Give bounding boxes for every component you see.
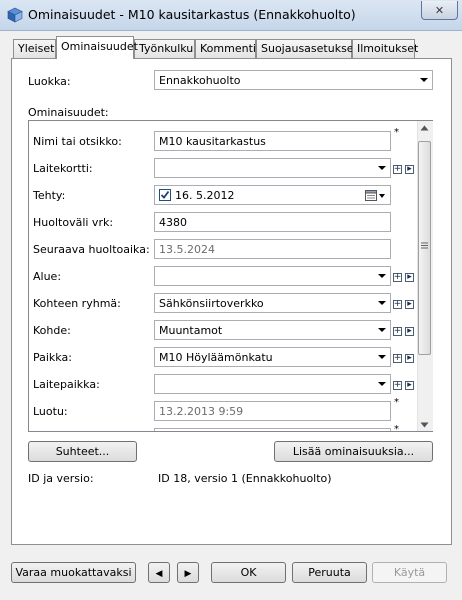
add-icon[interactable]: + bbox=[393, 300, 402, 309]
add-icon[interactable]: + bbox=[393, 165, 402, 174]
tehty-label: Tehty: bbox=[33, 189, 66, 202]
luokka-value: Ennakkohuolto bbox=[159, 74, 241, 87]
suhteet-button[interactable]: Suhteet... bbox=[28, 441, 137, 462]
chevron-down-icon bbox=[378, 382, 386, 386]
app-icon bbox=[7, 7, 23, 23]
more-icon[interactable]: ▸ bbox=[405, 165, 414, 174]
alue-dropdown[interactable] bbox=[154, 266, 391, 286]
kohteen-ryhma-dropdown[interactable]: Sähkönsiirtoverkko bbox=[154, 293, 391, 313]
tehty-date-picker[interactable]: 16. 5.2012 bbox=[154, 185, 391, 205]
scroll-thumb[interactable] bbox=[418, 141, 431, 355]
chevron-down-icon bbox=[379, 194, 385, 198]
close-button[interactable]: ✕ bbox=[421, 1, 458, 20]
laitepaikka-label: Laitepaikka: bbox=[33, 378, 100, 391]
tab-kommentit[interactable]: Kommentit bbox=[195, 39, 260, 58]
kohde-label: Kohde: bbox=[33, 324, 71, 337]
grip-icon bbox=[421, 242, 428, 249]
ominaisuudet-label: Ominaisuudet: bbox=[28, 106, 109, 119]
luotu-label: Luotu: bbox=[33, 405, 68, 418]
laitekortti-dropdown[interactable] bbox=[154, 158, 391, 178]
luotu-input[interactable]: 13.2.2013 9:59 bbox=[154, 401, 391, 421]
laitekortti-label: Laitekortti: bbox=[33, 162, 93, 175]
more-icon[interactable]: ▸ bbox=[405, 381, 414, 390]
kohteen-ryhma-label: Kohteen ryhmä: bbox=[33, 297, 121, 310]
seuraava-input[interactable]: 13.5.2024 bbox=[154, 239, 391, 259]
tab-tyonkulku[interactable]: Työnkulku bbox=[134, 39, 195, 58]
paikka-dropdown[interactable]: M10 Höyläämönkatu bbox=[154, 347, 391, 367]
nimi-input[interactable]: M10 kausitarkastus bbox=[154, 131, 391, 151]
more-icon[interactable]: ▸ bbox=[405, 273, 414, 282]
chevron-down-icon bbox=[420, 78, 428, 82]
id-version-label: ID ja versio: bbox=[28, 472, 94, 485]
more-icon[interactable]: ▸ bbox=[405, 327, 414, 336]
luokka-dropdown[interactable]: Ennakkohuolto bbox=[154, 70, 433, 90]
luokka-label: Luokka: bbox=[28, 75, 71, 88]
nimi-value: M10 kausitarkastus bbox=[159, 135, 266, 148]
kayta-button[interactable]: Käytä bbox=[372, 562, 447, 583]
kohde-dropdown[interactable]: Muuntamot bbox=[154, 320, 391, 340]
luotu-value: 13.2.2013 9:59 bbox=[159, 405, 244, 418]
scroll-down-icon[interactable] bbox=[420, 422, 429, 428]
seuraava-value: 13.5.2024 bbox=[159, 243, 215, 256]
required-mark: * bbox=[394, 397, 399, 408]
peruuta-button[interactable]: Peruuta bbox=[292, 562, 367, 583]
chevron-down-icon bbox=[378, 274, 386, 278]
varaa-muokattavaksi-button[interactable]: Varaa muokattavaksi bbox=[11, 562, 136, 583]
paikka-label: Paikka: bbox=[33, 351, 72, 364]
kohde-value: Muuntamot bbox=[159, 324, 223, 337]
add-icon[interactable]: + bbox=[393, 354, 402, 363]
checkmark-icon bbox=[160, 190, 170, 199]
tab-suojausasetukset[interactable]: Suojausasetukset bbox=[256, 39, 358, 58]
window-title: Ominaisuudet - M10 kausitarkastus (Ennak… bbox=[28, 7, 356, 22]
scroll-up-icon[interactable] bbox=[420, 125, 429, 131]
tehty-value: 16. 5.2012 bbox=[175, 189, 235, 202]
seuraava-label: Seuraava huoltoaika: bbox=[33, 243, 150, 256]
lisaa-ominaisuuksia-button[interactable]: Lisää ominaisuuksia... bbox=[274, 441, 433, 462]
previous-button[interactable]: ◀ bbox=[148, 562, 170, 583]
close-icon: ✕ bbox=[434, 3, 445, 17]
required-mark: * bbox=[394, 424, 399, 432]
required-mark: * bbox=[394, 127, 399, 138]
paikka-value: M10 Höyläämönkatu bbox=[159, 351, 273, 364]
tehty-checkbox[interactable] bbox=[159, 189, 171, 201]
chevron-down-icon bbox=[378, 301, 386, 305]
calendar-icon[interactable] bbox=[365, 190, 377, 201]
ok-button[interactable]: OK bbox=[211, 562, 286, 583]
alue-label: Alue: bbox=[33, 270, 62, 283]
kohteen-ryhma-value: Sähkönsiirtoverkko bbox=[159, 297, 264, 310]
next-button[interactable]: ▶ bbox=[177, 562, 199, 583]
more-icon[interactable]: ▸ bbox=[405, 354, 414, 363]
tab-yleiset[interactable]: Yleiset bbox=[13, 39, 56, 58]
huoltovali-label: Huoltoväli vrk: bbox=[33, 216, 114, 229]
add-icon[interactable]: + bbox=[393, 273, 402, 282]
laitepaikka-dropdown[interactable] bbox=[154, 374, 391, 394]
id-version-value: ID 18, versio 1 (Ennakkohuolto) bbox=[158, 472, 332, 485]
nimi-label: Nimi tai otsikko: bbox=[33, 135, 122, 148]
more-icon[interactable]: ▸ bbox=[405, 300, 414, 309]
tab-ilmoitukset[interactable]: Ilmoitukset bbox=[352, 39, 418, 58]
tab-ominaisuudet[interactable]: Ominaisuudet bbox=[56, 36, 138, 59]
huoltovali-value: 4380 bbox=[159, 216, 187, 229]
add-icon[interactable]: + bbox=[393, 327, 402, 336]
huoltovali-input[interactable]: 4380 bbox=[154, 212, 391, 232]
add-icon[interactable]: + bbox=[393, 381, 402, 390]
arrow-left-icon: ◀ bbox=[155, 569, 163, 579]
arrow-right-icon: ▶ bbox=[184, 569, 192, 579]
chevron-down-icon bbox=[378, 355, 386, 359]
chevron-down-icon bbox=[378, 166, 386, 170]
chevron-down-icon bbox=[378, 328, 386, 332]
properties-list[interactable]: Nimi tai otsikko: M10 kausitarkastus * L… bbox=[28, 120, 433, 432]
next-field-input[interactable] bbox=[154, 428, 391, 431]
